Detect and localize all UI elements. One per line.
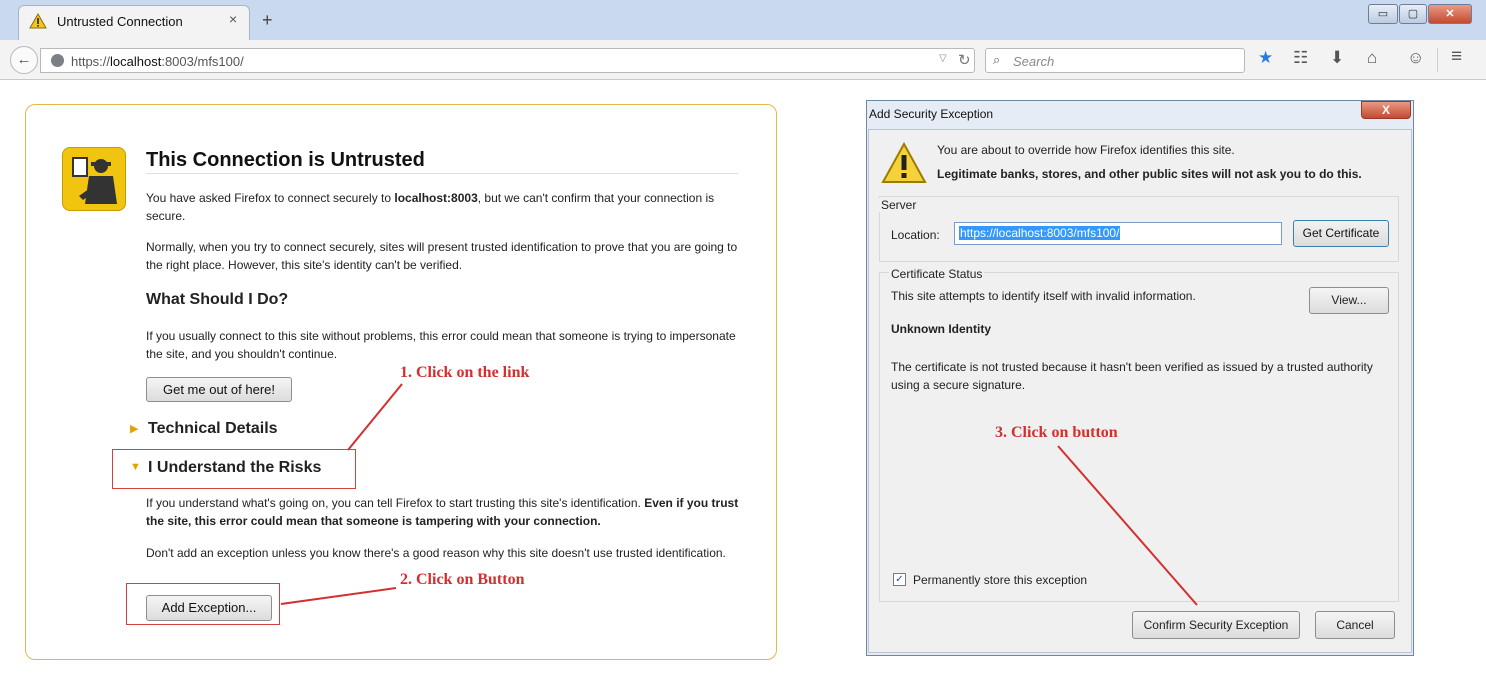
search-icon: ⌕ <box>993 52 1001 67</box>
back-arrow-icon: ← <box>16 51 32 68</box>
history-dropdown-icon[interactable]: ▽ <box>939 53 947 64</box>
server-legend: Server <box>879 198 919 212</box>
title-separator <box>146 173 738 174</box>
search-bar[interactable]: ⌕ Search <box>985 48 1245 73</box>
location-value: https://localhost:8003/mfs100/ <box>959 226 1121 240</box>
url-prefix: https:// <box>71 54 111 69</box>
url-path: :8003/mfs100/ <box>161 54 244 69</box>
annotation-step-1: 1. Click on the link <box>400 364 530 381</box>
chat-icon[interactable]: ☺ <box>1407 48 1424 68</box>
view-button[interactable]: View... <box>1309 287 1389 314</box>
window-minimize-button[interactable]: ▭ <box>1368 4 1398 24</box>
exception-warning-paragraph: Don't add an exception unless you know t… <box>146 546 726 560</box>
new-tab-button[interactable]: + <box>262 10 273 31</box>
risks-text-plain: If you understand what's going on, you c… <box>146 496 645 510</box>
tab-strip: Untrusted Connection × + ▭ ▢ ✕ <box>0 0 1486 40</box>
reading-list-icon[interactable]: ☷ <box>1293 48 1308 68</box>
intro-text-start: You have asked Firefox to connect secure… <box>146 191 395 205</box>
intro-host: localhost:8003 <box>394 191 478 205</box>
back-button[interactable]: ← <box>10 46 38 74</box>
what-should-i-do-heading: What Should I Do? <box>146 291 289 308</box>
cancel-button[interactable]: Cancel <box>1315 611 1395 639</box>
certificate-status-legend: Certificate Status <box>889 267 985 281</box>
confirm-security-exception-button[interactable]: Confirm Security Exception <box>1132 611 1300 639</box>
add-security-exception-dialog: Add Security Exception X You are about t… <box>866 100 1414 656</box>
reload-icon[interactable]: ↻ <box>958 51 971 69</box>
dialog-close-button[interactable]: X <box>1361 101 1411 119</box>
annotation-step-2: 2. Click on Button <box>400 571 525 588</box>
override-notice: You are about to override how Firefox id… <box>937 143 1235 157</box>
url-text: https://localhost:8003/mfs100/ <box>71 54 244 69</box>
untrusted-certificate-icon <box>62 147 126 211</box>
download-icon[interactable]: ⬇ <box>1330 48 1344 68</box>
understand-risks-expand-icon[interactable]: ▼ <box>130 461 141 473</box>
get-certificate-button[interactable]: Get Certificate <box>1293 220 1389 247</box>
dialog-title: Add Security Exception <box>869 107 994 121</box>
unknown-identity-heading: Unknown Identity <box>891 322 991 336</box>
tab-title: Untrusted Connection <box>57 14 183 29</box>
certificate-description: The certificate is not trusted because i… <box>891 360 1373 392</box>
permanent-exception-label[interactable]: Permanently store this exception <box>913 573 1087 587</box>
menu-icon[interactable]: ≡ <box>1451 46 1462 68</box>
tab-close-icon[interactable]: × <box>229 11 237 27</box>
location-input[interactable]: https://localhost:8003/mfs100/ <box>954 222 1282 245</box>
window-close-button[interactable]: ✕ <box>1428 4 1472 24</box>
annotation-step-3: 3. Click on button <box>995 424 1118 441</box>
home-icon[interactable]: ⌂ <box>1367 48 1377 68</box>
dialog-body: You are about to override how Firefox id… <box>868 129 1412 653</box>
toolbar-separator <box>1437 48 1438 72</box>
search-placeholder: Search <box>1013 54 1055 69</box>
advice-paragraph: If you usually connect to this site with… <box>146 329 736 361</box>
navigation-toolbar: ← https://localhost:8003/mfs100/ ▽ ↻ ⌕ S… <box>0 40 1486 80</box>
location-label: Location: <box>891 228 940 242</box>
legitimate-sites-warning: Legitimate banks, stores, and other publ… <box>937 167 1362 181</box>
url-host: localhost <box>110 54 162 69</box>
warning-icon <box>29 13 47 29</box>
certificate-status-text: This site attempts to identify itself wi… <box>891 289 1196 303</box>
url-bar[interactable]: https://localhost:8003/mfs100/ ▽ ↻ <box>40 48 975 73</box>
add-exception-button[interactable]: Add Exception... <box>146 595 272 621</box>
risks-paragraph: If you understand what's going on, you c… <box>146 494 746 530</box>
window-maximize-button[interactable]: ▢ <box>1399 4 1427 24</box>
get-me-out-button[interactable]: Get me out of here! <box>146 377 292 402</box>
warning-icon <box>881 142 927 183</box>
understand-risks-link[interactable]: I Understand the Risks <box>148 459 321 477</box>
intro-paragraph: You have asked Firefox to connect secure… <box>146 189 746 225</box>
globe-icon <box>51 54 64 67</box>
page-title: This Connection is Untrusted <box>146 149 425 171</box>
technical-details-expand-icon[interactable]: ▶ <box>130 422 138 435</box>
tab-untrusted-connection[interactable]: Untrusted Connection × <box>18 5 250 40</box>
explanation-paragraph: Normally, when you try to connect secure… <box>146 240 738 272</box>
star-icon[interactable]: ★ <box>1258 48 1273 68</box>
permanent-exception-checkbox[interactable]: ✓ <box>893 573 906 586</box>
technical-details-link[interactable]: Technical Details <box>148 420 278 438</box>
